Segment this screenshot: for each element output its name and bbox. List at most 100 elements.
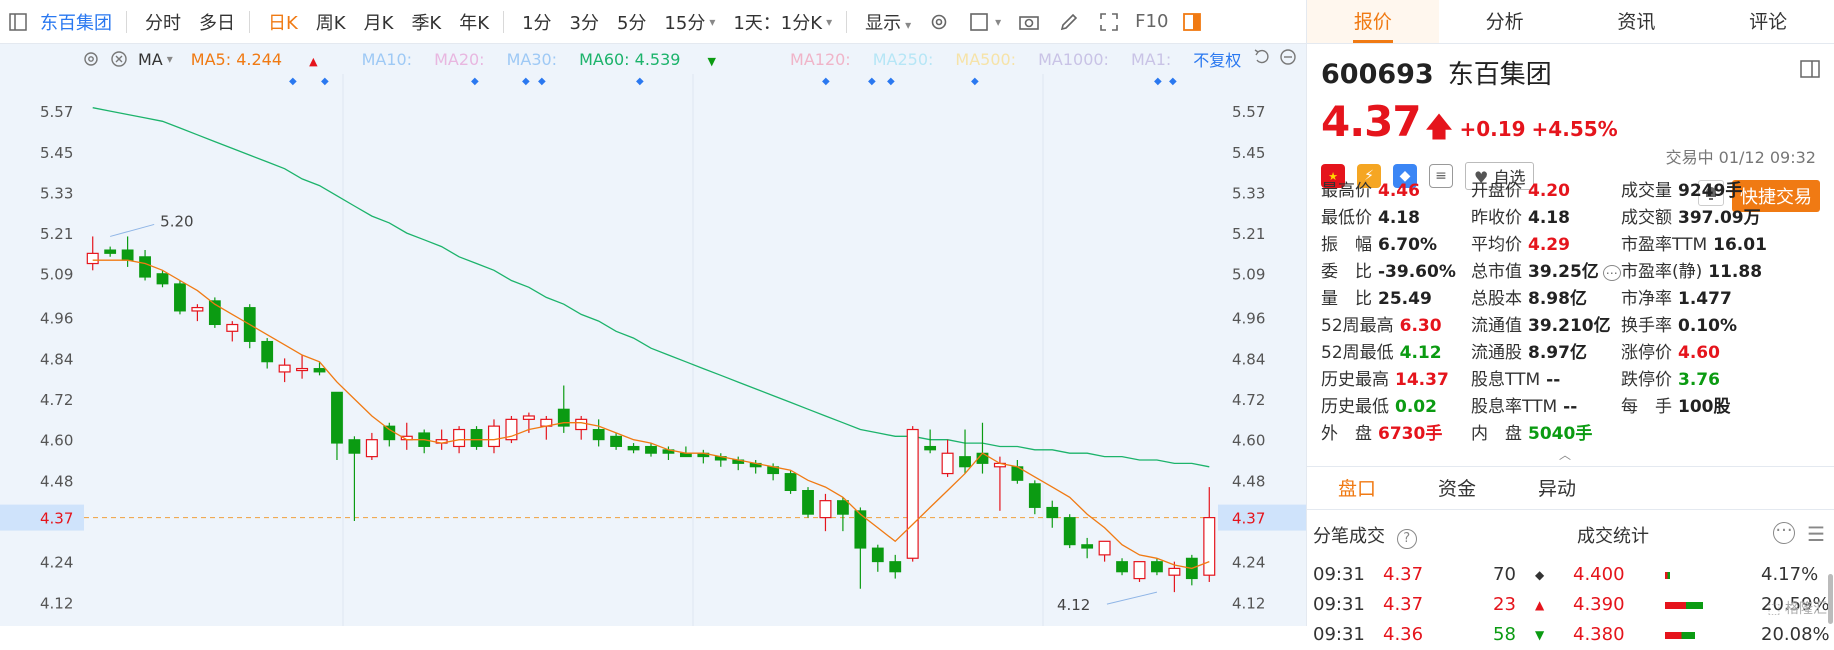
expand-collapse-icon[interactable]: ︿ [1559,446,1571,463]
watermark-logo: ⬚ 格隆汇 [1767,601,1827,617]
tab-news[interactable]: 资讯 [1571,0,1703,43]
sidebar-toggle-icon[interactable] [6,10,30,34]
event-marker-icon: ◆ [471,76,479,87]
stat-value: 6.70% [1378,235,1437,255]
tab-quote[interactable]: 报价 [1307,0,1439,43]
low-annotation: 4.12 [1057,596,1090,614]
stat-value: 1.477 [1678,289,1732,309]
period-tabs: 东百集团 分时 多日 日K 周K 月K 季K 年K 1分 3分 5分 15分 ▾ 1天：1分K ▾ [30,9,832,35]
stat-row: 平均价 4.29 [1471,232,1621,259]
high-annotation: 5.20 [160,212,193,230]
stat-row: 市盈率TTM 16.01 [1621,232,1767,259]
period-tab[interactable]: 日K [268,9,298,35]
stat-value: 4.20 [1528,181,1570,201]
stat-row: 总股本 8.98亿 [1471,286,1621,313]
stats-column: 最高价 4.46 最低价 4.18 振 幅 6.70% 委 比 -39.60% 量 比 25.49… [1321,178,1456,448]
candle-body [470,429,483,447]
period-tab[interactable]: 分时 [145,9,181,35]
ma500-label: MA500: [955,49,1017,69]
y-axis-tick-label: 4.84 [1232,350,1265,368]
period-tab[interactable]: 5分 [617,9,646,35]
scrollbar[interactable] [1828,574,1833,624]
period-tab[interactable]: 多日 [199,9,235,35]
stat-label: 总市值 [1471,262,1522,282]
camera-icon[interactable] [1017,10,1041,34]
chevron-down-icon[interactable]: ▾ [826,15,832,29]
subtab-capital[interactable]: 资金 [1407,467,1507,509]
stat-label: 市净率 [1621,289,1672,309]
stat-row: 内 盘 5040手 [1471,421,1621,448]
stat-value: 0.02 [1395,397,1437,417]
fullscreen-icon[interactable] [1097,10,1121,34]
stat-row: 最低价 4.18 [1321,205,1456,232]
chevron-down-icon[interactable]: ▾ [167,52,173,66]
undo-icon[interactable] [1253,48,1271,70]
y-axis-tick-label: 4.48 [1232,472,1265,490]
period-tab[interactable]: 1分 [522,9,551,35]
gear-icon[interactable] [927,10,951,34]
ma-title[interactable]: MA [138,50,163,69]
y-axis-tick-label: 5.21 [1232,225,1265,243]
kline-chart-area[interactable]: MA ▾ MA5: 4.244 ▲ MA10: MA20: MA30: MA60… [0,44,1322,626]
chevron-down-icon[interactable]: ▾ [995,15,1001,29]
tick-row: 09:31 4.36 58 ▼ [1313,620,1563,650]
ma5-line [92,259,1210,570]
pen-icon[interactable] [1057,10,1081,34]
candle-body [802,490,814,515]
candle-body [575,418,588,431]
y-axis-tick-label: 4.72 [1232,391,1265,409]
tab-comments[interactable]: 评论 [1702,0,1834,43]
dist-price: 4.400 [1573,564,1625,585]
period-tab[interactable]: 3分 [570,9,599,35]
period-tab[interactable]: 月K [364,9,394,35]
tick-direction-icon: ▼ [1535,628,1545,642]
display-menu[interactable]: 显示 ▾ [865,9,911,35]
panel-toggle-icon[interactable] [1180,10,1204,34]
close-icon[interactable] [110,47,128,71]
more-icon[interactable]: ··· [1773,522,1795,544]
stat-label: 每 手 [1621,397,1672,417]
layout-icon[interactable] [967,10,991,34]
more-icon[interactable]: ⋯ [1602,265,1621,281]
candle-body [156,273,169,285]
adjust-toggle[interactable]: 不复权 [1193,47,1241,71]
period-tab[interactable]: 年K [459,9,489,35]
event-marker-icon: ◆ [321,76,329,87]
candle-body [1203,517,1216,576]
period-tab[interactable]: 周K [316,9,346,35]
zoom-out-icon[interactable] [1279,48,1297,70]
period-tab[interactable]: 1天：1分K [733,9,822,35]
event-marker-icon: ◆ [636,76,644,87]
y-axis-tick-label: 5.21 [40,225,73,243]
stat-value: 25.49 [1378,289,1432,309]
y-axis-tick-label: 4.96 [40,310,73,328]
stats-column: 开盘价 4.20 昨收价 4.18 平均价 4.29 总市值 39.25亿 ⋯ 总股本 8.98亿流… [1471,178,1621,448]
period-tab[interactable]: 季K [411,9,441,35]
candle-body [959,456,971,468]
stat-row: 52周最低 4.12 [1321,340,1456,367]
subtab-orderbook[interactable]: 盘口 [1307,467,1407,509]
y-axis-tick-label: 4.12 [40,594,73,612]
trading-status: 交易中 01/12 09:32 [1665,148,1816,167]
gear-icon[interactable] [82,47,100,71]
dist-pct: 4.17% [1761,564,1819,585]
up-arrow-icon: ▲ [309,54,318,68]
chevron-down-icon[interactable]: ▾ [709,15,715,29]
help-icon[interactable]: ? [1396,529,1417,549]
candle-body [627,445,640,451]
panel-layout-icon[interactable] [1800,60,1820,82]
stat-value: 4.29 [1528,235,1570,255]
candle-body [487,425,500,448]
candlestick-chart[interactable]: ◆ ◆ ◆ ◆ ◆ ◆ ◆ ◆ ◆ ◆ ◆ ◆ 5.57 5.57 5.45 5.45 5.33 5.33 5.21… [0,74,1306,626]
period-toolbar: 东百集团 分时 多日 日K 周K 月K 季K 年K 1分 3分 5分 15分 ▾ 1天：1分K ▾ 显示 ▾ … [0,0,1306,44]
candle-body [592,429,605,441]
tab-analysis[interactable]: 分析 [1439,0,1571,43]
subtab-movement[interactable]: 异动 [1507,467,1607,509]
stat-row: 市净率 1.477 [1621,286,1767,313]
period-tab[interactable]: 15分 [664,9,705,35]
stat-row: 市盈率(静) 11.88 [1621,259,1767,286]
list-icon[interactable]: ☰ [1807,522,1825,546]
stock-name-tab[interactable]: 东百集团 [40,9,112,35]
f10-button[interactable]: F10 [1135,11,1168,32]
candle-body [1133,561,1146,580]
